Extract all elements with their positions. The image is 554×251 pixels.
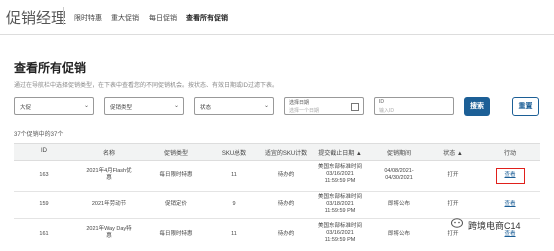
id-input[interactable]: ID 输入ID xyxy=(374,97,454,115)
id-placeholder: 输入ID xyxy=(379,108,395,114)
nav-daily-promotions[interactable]: 每日促销 xyxy=(149,13,177,23)
date-label: 选择日期 xyxy=(289,100,310,106)
row-sku-total: 11 xyxy=(231,172,237,178)
row-id: 163 xyxy=(39,172,49,178)
row-status: 打开 xyxy=(447,172,459,178)
row-type: 每日限时特惠 xyxy=(159,231,193,237)
row-name: 2021年Way Day特惠 xyxy=(86,226,132,239)
table-row: 159 2021年劳动节 促销定价 9 待办的 美国东部标准时间 03/18/20… xyxy=(14,191,540,219)
page-title: 查看所有促销 xyxy=(14,61,87,75)
calendar-icon xyxy=(351,103,359,111)
row-period: 04/08/2021- 04/30/2021 xyxy=(384,168,414,181)
nav-view-all-promotions[interactable]: 查看所有促销 xyxy=(186,13,228,23)
view-link[interactable]: 查看 xyxy=(504,201,515,208)
row-id: 161 xyxy=(39,231,49,237)
col-status[interactable]: 状态 ▲ xyxy=(443,148,463,157)
reset-button[interactable]: 重置 xyxy=(512,97,539,116)
col-eligible-sku[interactable]: 适宜的SKU计数 xyxy=(265,148,307,157)
col-sku-total[interactable]: SKU总数 xyxy=(222,148,246,157)
row-deadline: 美国东部标准时间 03/18/2021 11:59:59 PM xyxy=(317,194,363,214)
col-type[interactable]: 促销类型 xyxy=(164,148,188,157)
row-eligible: 待办的 xyxy=(277,172,295,178)
status-select[interactable]: 状态 ⌄ xyxy=(194,97,274,115)
row-sku-total: 11 xyxy=(231,231,237,237)
col-deadline[interactable]: 提交截止日期 ▲ xyxy=(318,148,362,157)
status-value: 状态 xyxy=(200,105,212,111)
chevron-down-icon: ⌄ xyxy=(173,103,179,109)
col-id[interactable]: ID xyxy=(41,148,47,154)
row-status: 打开 xyxy=(447,201,459,207)
row-name: 2021年劳动节 xyxy=(91,201,127,207)
search-button[interactable]: 搜索 xyxy=(464,97,490,116)
promo-event-select[interactable]: 大促 ⌄ xyxy=(14,97,94,115)
app-title: 促销经理 xyxy=(6,10,67,27)
result-count: 37个促销中的37个 xyxy=(14,132,64,138)
row-deadline: 美国东部标准时间 03/16/2021 11:59:59 PM xyxy=(317,164,363,184)
chevron-down-icon: ⌄ xyxy=(263,103,269,109)
row-period: 即将公布 xyxy=(387,231,411,237)
table-row: 163 2021年4月Flash优惠 每日限时特惠 11 待办的 美国东部标准时… xyxy=(14,160,540,192)
chevron-down-icon: ⌄ xyxy=(83,103,89,109)
watermark: 跨境电商C14 xyxy=(468,221,521,231)
row-eligible: 待办的 xyxy=(277,201,295,207)
view-link[interactable]: 查看 xyxy=(504,231,515,238)
highlight-box xyxy=(496,168,525,184)
promo-type-select[interactable]: 促销类型 ⌄ xyxy=(104,97,184,115)
top-bar: 促销经理 限时特惠 重大促销 每日促销 查看所有促销 xyxy=(0,0,554,35)
row-id: 159 xyxy=(39,201,49,207)
row-type: 每日限时特惠 xyxy=(159,172,193,178)
title-divider xyxy=(63,7,64,25)
id-label: ID xyxy=(379,99,384,105)
wechat-icon xyxy=(451,218,463,228)
page-description: 通过在导航栏中选择促销类型，在下表中查看您的不同促销机会。按状态、有效日期或ID… xyxy=(14,83,279,89)
row-name: 2021年4月Flash优惠 xyxy=(86,168,132,181)
col-name[interactable]: 名称 xyxy=(103,148,115,157)
row-sku-total: 9 xyxy=(232,201,236,207)
date-picker[interactable]: 选择日期 选择一个日期 xyxy=(284,97,364,115)
nav-major-promotions[interactable]: 重大促销 xyxy=(111,13,139,23)
row-status: 打开 xyxy=(447,231,459,237)
row-period: 即将公布 xyxy=(387,201,411,207)
col-period[interactable]: 促销期间 xyxy=(387,148,411,157)
row-eligible: 待办的 xyxy=(277,231,295,237)
date-placeholder: 选择一个日期 xyxy=(289,108,320,114)
col-action[interactable]: 行动 xyxy=(504,148,516,157)
row-deadline: 美国东部标准时间 03/16/2021 11:59:59 PM xyxy=(317,223,363,243)
row-type: 促销定价 xyxy=(164,201,188,207)
nav-flash-deals[interactable]: 限时特惠 xyxy=(74,13,102,23)
promo-type-value: 促销类型 xyxy=(110,105,133,111)
promo-event-value: 大促 xyxy=(20,105,32,111)
table-header: ID 名称 促销类型 SKU总数 适宜的SKU计数 提交截止日期 ▲ 促销期间 … xyxy=(14,143,540,161)
